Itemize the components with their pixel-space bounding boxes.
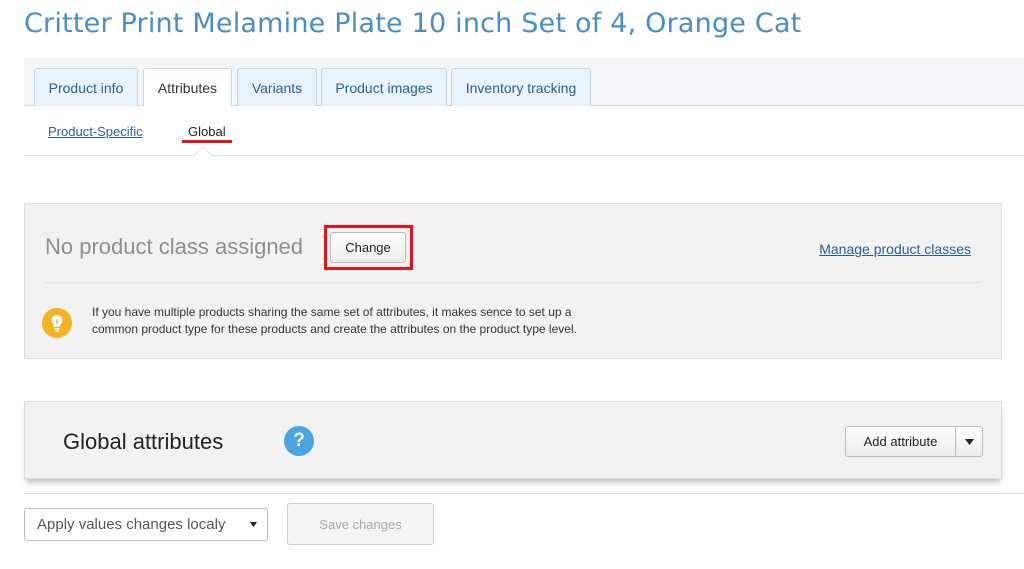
- tab-attributes[interactable]: Attributes: [143, 68, 232, 107]
- add-attribute-split-button: Add attribute: [845, 426, 983, 457]
- add-attribute-dropdown-toggle[interactable]: [956, 427, 982, 456]
- tab-variants[interactable]: Variants: [237, 68, 317, 106]
- page-title: Critter Print Melamine Plate 10 inch Set…: [24, 8, 802, 39]
- panel-divider: [45, 282, 981, 283]
- question-icon[interactable]: ?: [284, 426, 314, 456]
- apply-values-select-value: Apply values changes localy: [37, 516, 226, 533]
- apply-values-select[interactable]: Apply values changes localy: [24, 508, 268, 541]
- tip-text-line-2: common product type for these products a…: [92, 322, 577, 336]
- add-attribute-button[interactable]: Add attribute: [846, 427, 956, 456]
- product-class-status: No product class assigned: [45, 234, 304, 259]
- subtab-product-specific[interactable]: Product-Specific: [48, 124, 143, 139]
- subtab-global[interactable]: Global: [182, 124, 232, 143]
- tab-product-images[interactable]: Product images: [321, 68, 447, 106]
- global-attributes-title: Global attributes: [63, 429, 224, 454]
- tip-text: If you have multiple products sharing th…: [92, 304, 712, 338]
- tip-text-line-1: If you have multiple products sharing th…: [92, 305, 572, 319]
- product-class-panel: No product class assigned Change Manage …: [24, 203, 1002, 359]
- tab-inventory-tracking[interactable]: Inventory tracking: [451, 68, 591, 106]
- footer-divider: [24, 493, 1024, 494]
- manage-product-classes-link[interactable]: Manage product classes: [819, 241, 971, 257]
- tab-product-info[interactable]: Product info: [34, 68, 138, 106]
- change-button[interactable]: Change: [330, 232, 406, 263]
- caret-down-icon: [964, 438, 974, 445]
- caret-down-icon: [250, 522, 257, 527]
- save-changes-button[interactable]: Save changes: [287, 503, 434, 545]
- lightbulb-icon: [42, 308, 72, 338]
- subtab-bar: Product-Specific Global: [24, 106, 1024, 156]
- global-attributes-panel: Global attributes ? Add attribute: [24, 401, 1002, 479]
- tab-bar: Product info Attributes Variants Product…: [24, 58, 1024, 107]
